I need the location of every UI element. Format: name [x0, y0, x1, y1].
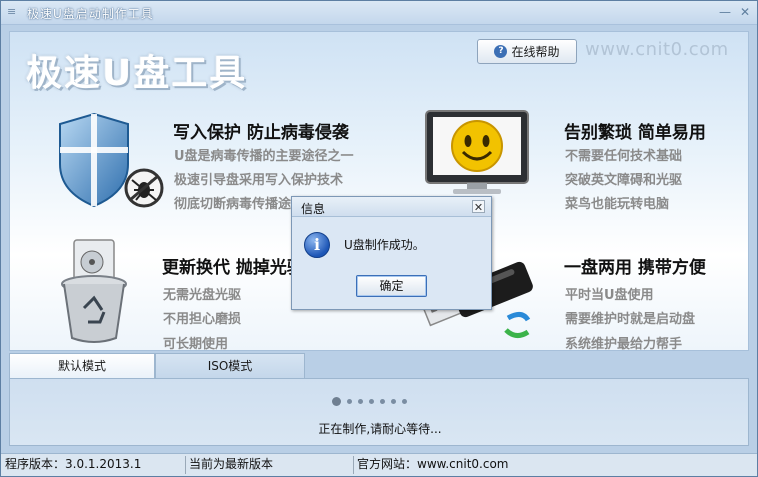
progress-dot [358, 399, 363, 404]
tab-default-mode[interactable]: 默认模式 [9, 353, 155, 379]
dialog-close-icon[interactable]: ✕ [472, 200, 485, 214]
feature-line: 需要维护时就是启动盘 [565, 312, 696, 327]
close-icon[interactable]: ✕ [737, 5, 753, 19]
status-update: 当前为最新版本 [189, 457, 274, 471]
feature-line: 无需光盘光驱 [163, 288, 242, 303]
ok-button[interactable]: 确定 [356, 275, 427, 297]
feature-line: 彻底切断病毒传播途径 [174, 197, 305, 212]
feature-line: 可长期使用 [163, 337, 229, 351]
feature-title-protect: 写入保护 防止病毒侵袭 [173, 123, 349, 143]
progress-dot [380, 399, 385, 404]
dialog-title: 信息 [301, 202, 326, 216]
feature-line: 平时当U盘使用 [565, 288, 654, 303]
feature-title-upgrade: 更新换代 抛掉光驱 [162, 258, 304, 278]
minimize-icon[interactable]: — [717, 5, 733, 19]
shield-antivirus-icon [59, 112, 164, 208]
window-title: 极速U盘启动制作工具 [27, 7, 154, 21]
progress-dot [402, 399, 407, 404]
status-version: 程序版本：3.0.1.2013.1 [5, 457, 142, 471]
feature-line: 系统维护最给力帮手 [565, 337, 683, 351]
online-help-button[interactable]: ? 在线帮助 [477, 39, 577, 64]
feature-line: 不需要任何技术基础 [565, 149, 683, 164]
feature-title-easy: 告别繁琐 简单易用 [564, 123, 706, 143]
feature-line: 极速引导盘采用写入保护技术 [174, 173, 344, 188]
feature-title-dual-use: 一盘两用 携带方便 [564, 258, 706, 278]
progress-dot [347, 399, 352, 404]
feature-line: 菜鸟也能玩转电脑 [565, 197, 670, 212]
status-bar: 程序版本：3.0.1.2013.1 当前为最新版本 官方网站：www.cnit0… [1, 453, 757, 476]
help-icon: ? [494, 45, 508, 58]
disc-recycle-bin-icon [61, 239, 127, 343]
tab-iso-mode[interactable]: ISO模式 [155, 353, 305, 379]
feature-line: 不用担心磨损 [163, 312, 242, 327]
window-menu-icon[interactable]: ≡ [7, 6, 19, 18]
progress-dot [391, 399, 396, 404]
smiley-monitor-icon [425, 110, 529, 194]
dialog-title-bar: 信息 ✕ [292, 197, 491, 217]
feature-line: U盘是病毒传播的主要途径之一 [174, 149, 354, 164]
progress-dot [369, 399, 374, 404]
info-icon: i [304, 232, 330, 258]
brand-title: 极速U盘工具 [26, 53, 248, 94]
feature-line: 突破英文障碍和光驱 [565, 173, 683, 188]
dialog-message: U盘制作成功。 [344, 238, 425, 252]
info-dialog: 信息 ✕ i U盘制作成功。 确定 [291, 196, 492, 310]
title-bar: ≡ 极速U盘启动制作工具 — ✕ [1, 1, 757, 25]
site-watermark: www.cnit0.com [585, 39, 729, 60]
app-window: ≡ 极速U盘启动制作工具 — ✕ 极速U盘工具 ? 在线帮助 www.cnit0… [0, 0, 758, 477]
online-help-label: 在线帮助 [511, 45, 560, 59]
progress-status-text: 正在制作,请耐心等待... [318, 422, 442, 436]
progress-dot-active [332, 397, 341, 406]
progress-panel: 正在制作,请耐心等待... [9, 378, 749, 446]
progress-dots [332, 397, 407, 406]
status-website: 官方网站：www.cnit0.com [357, 457, 509, 471]
